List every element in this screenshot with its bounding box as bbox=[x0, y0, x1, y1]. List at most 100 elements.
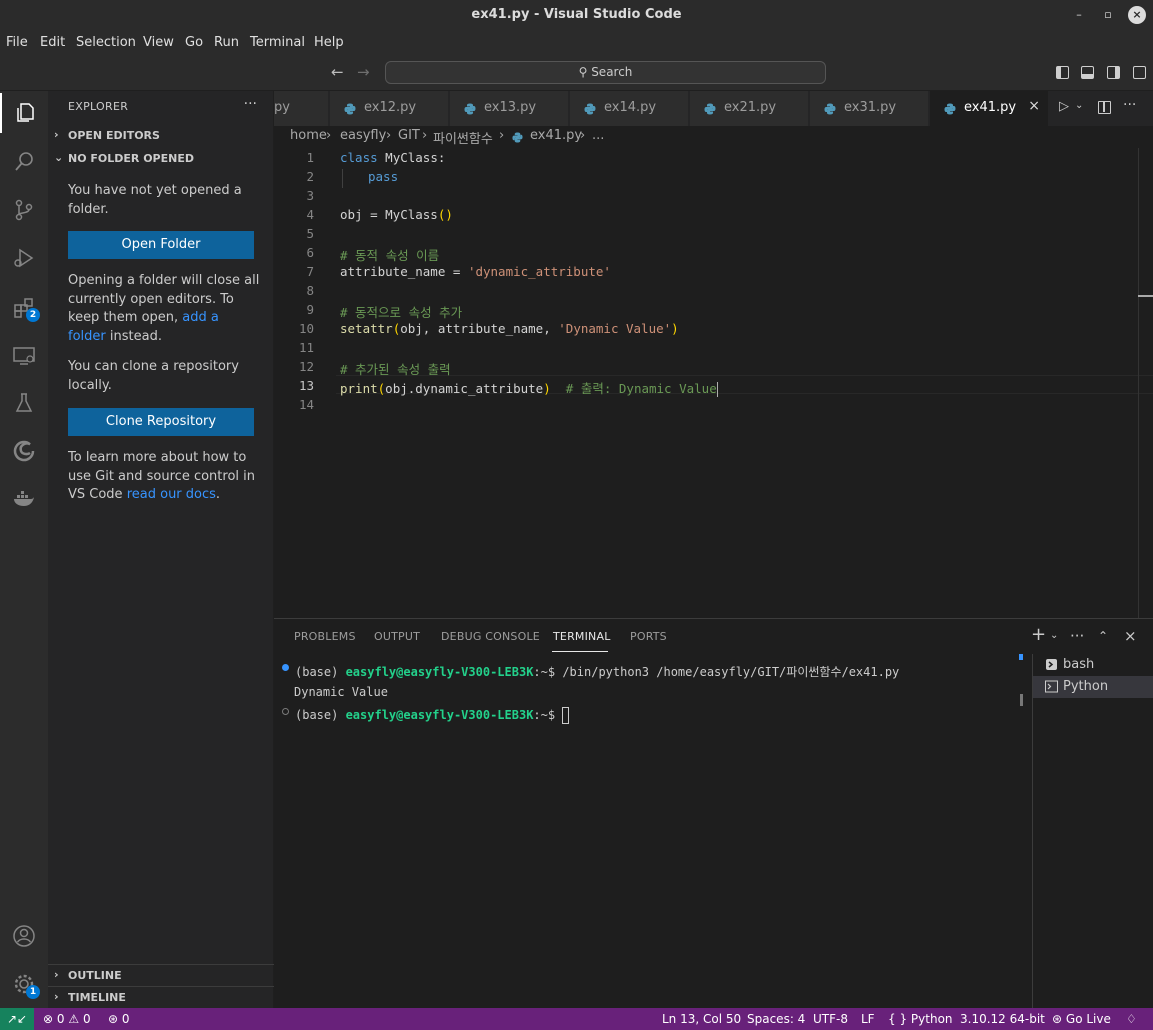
close-panel-icon[interactable]: × bbox=[1124, 627, 1137, 645]
menu-edit[interactable]: Edit bbox=[40, 35, 65, 50]
timeline-section[interactable]: › TIMELINE bbox=[48, 986, 274, 1008]
active-tab-indicator bbox=[552, 651, 608, 652]
python-file-icon bbox=[584, 103, 596, 115]
command-center-search[interactable]: ⚲ Search bbox=[385, 61, 826, 84]
editor-scrollbar[interactable] bbox=[1138, 148, 1139, 618]
more-actions-icon[interactable]: ··· bbox=[1123, 97, 1136, 113]
tab-problems[interactable]: PROBLEMS bbox=[294, 630, 356, 643]
tab-output[interactable]: OUTPUT bbox=[374, 630, 420, 643]
split-editor-icon[interactable] bbox=[1098, 101, 1111, 114]
code-editor[interactable]: 1 2 3 4 5 6 7 8 9 10 11 12 13 14 class M… bbox=[274, 148, 1153, 618]
indentation[interactable]: Spaces: 4 bbox=[747, 1012, 805, 1026]
forward-arrow-icon[interactable]: → bbox=[357, 63, 370, 81]
chevron-down-icon[interactable]: ⌄ bbox=[1075, 100, 1083, 111]
ports-indicator[interactable]: ⊛ 0 bbox=[108, 1012, 130, 1026]
terminal-line-1: (base) easyfly@easyfly-V300-LEB3K:~$ /bi… bbox=[295, 665, 900, 679]
toggle-secondary-sidebar-icon[interactable] bbox=[1107, 66, 1120, 79]
tab-ports[interactable]: PORTS bbox=[630, 630, 667, 643]
breadcrumb-home[interactable]: home bbox=[290, 128, 327, 143]
encoding[interactable]: UTF-8 bbox=[813, 1012, 848, 1026]
git-docs-message: To learn more about how to use Git and s… bbox=[68, 450, 255, 502]
python-file-icon bbox=[704, 103, 716, 115]
python-interpreter[interactable]: 3.10.12 64-bit bbox=[960, 1012, 1045, 1026]
command-pending-dot[interactable] bbox=[282, 708, 289, 715]
tab-partial[interactable]: py bbox=[274, 91, 329, 126]
terminal-scrollbar[interactable] bbox=[1020, 694, 1023, 706]
back-arrow-icon[interactable]: ← bbox=[331, 63, 344, 81]
breadcrumb-file[interactable]: ex41.py bbox=[530, 128, 582, 143]
terminal-tabs-list: bash Python bbox=[1032, 654, 1153, 1009]
tab-ex12[interactable]: ex12.py bbox=[330, 91, 449, 126]
menu-run[interactable]: Run bbox=[214, 35, 239, 50]
tab-terminal[interactable]: TERMINAL bbox=[553, 630, 611, 643]
breadcrumb-easyfly[interactable]: easyfly bbox=[340, 128, 386, 143]
menu-terminal[interactable]: Terminal bbox=[250, 35, 305, 50]
customize-layout-icon[interactable] bbox=[1133, 66, 1146, 79]
cursor-position[interactable]: Ln 13, Col 50 bbox=[662, 1012, 741, 1026]
clone-message: You can clone a repository locally. bbox=[68, 359, 239, 393]
extensions-icon[interactable]: 2 bbox=[0, 288, 48, 328]
breadcrumb-folder[interactable]: 파이썬함수 bbox=[433, 128, 493, 147]
line-number: 5 bbox=[306, 226, 314, 241]
broadcast-icon: ⊛ bbox=[1052, 1012, 1063, 1026]
terminal-line-2: Dynamic Value bbox=[294, 685, 388, 699]
chevron-down-icon[interactable]: ⌄ bbox=[1050, 630, 1058, 641]
end-of-line[interactable]: LF bbox=[861, 1012, 875, 1026]
explorer-icon[interactable] bbox=[0, 93, 48, 133]
docker-icon[interactable] bbox=[0, 479, 48, 519]
minimize-icon[interactable]: – bbox=[1070, 6, 1088, 24]
open-editors-section[interactable]: › OPEN EDITORS bbox=[48, 125, 274, 147]
run-python-icon[interactable]: ▷ bbox=[1059, 99, 1069, 114]
menu-selection[interactable]: Selection bbox=[76, 35, 136, 50]
errors-indicator[interactable]: ⊗ 0 ⚠ 0 bbox=[43, 1012, 91, 1026]
menu-view[interactable]: View bbox=[143, 35, 174, 50]
no-folder-section[interactable]: ⌄ NO FOLDER OPENED bbox=[48, 148, 274, 170]
remote-indicator-icon[interactable]: ↗↙ bbox=[0, 1008, 34, 1030]
chevron-right-icon: › bbox=[499, 128, 505, 143]
explorer-sidebar: EXPLORER ··· › OPEN EDITORS ⌄ NO FOLDER … bbox=[48, 91, 274, 1008]
menu-file[interactable]: File bbox=[6, 35, 28, 50]
menu-go[interactable]: Go bbox=[185, 35, 203, 50]
more-actions-icon[interactable]: ··· bbox=[1070, 627, 1084, 645]
toggle-panel-icon[interactable] bbox=[1081, 66, 1094, 79]
code-line-6: # 동적 속성 이름 bbox=[340, 248, 440, 263]
source-control-icon[interactable] bbox=[0, 190, 48, 230]
notifications-bell-icon[interactable]: ♢ bbox=[1126, 1012, 1137, 1026]
open-folder-hint: Opening a folder will close all currentl… bbox=[68, 273, 260, 344]
tab-ex14[interactable]: ex14.py bbox=[570, 91, 689, 126]
testing-icon[interactable] bbox=[0, 383, 48, 423]
read-docs-link[interactable]: read our docs bbox=[127, 487, 216, 502]
outline-section[interactable]: › OUTLINE bbox=[48, 964, 274, 986]
open-folder-button[interactable]: Open Folder bbox=[68, 231, 254, 259]
toggle-sidebar-icon[interactable] bbox=[1056, 66, 1069, 79]
search-icon[interactable] bbox=[0, 142, 48, 182]
command-success-dot[interactable] bbox=[282, 664, 289, 671]
clone-repository-button[interactable]: Clone Repository bbox=[68, 408, 254, 436]
tab-ex13[interactable]: ex13.py bbox=[450, 91, 569, 126]
manage-gear-icon[interactable]: 1 bbox=[0, 964, 48, 1004]
sidebar-title: EXPLORER bbox=[68, 100, 129, 113]
new-terminal-icon[interactable]: + bbox=[1031, 624, 1046, 645]
run-debug-icon[interactable] bbox=[0, 238, 48, 278]
go-live-button[interactable]: ⊛ Go Live bbox=[1052, 1012, 1111, 1026]
scrollbar-cursor-marker bbox=[1138, 295, 1153, 297]
tab-debug-console[interactable]: DEBUG CONSOLE bbox=[441, 630, 540, 643]
close-window-icon[interactable]: × bbox=[1128, 6, 1146, 24]
remote-explorer-icon[interactable] bbox=[0, 336, 48, 376]
line-number: 8 bbox=[306, 283, 314, 298]
close-tab-icon[interactable]: × bbox=[1028, 98, 1040, 114]
tab-ex41[interactable]: ex41.py × bbox=[930, 91, 1049, 126]
edge-devtools-icon[interactable] bbox=[0, 431, 48, 471]
terminal-item-python[interactable]: Python bbox=[1033, 676, 1153, 698]
terminal-item-bash[interactable]: bash bbox=[1033, 654, 1153, 676]
breadcrumb-git[interactable]: GIT bbox=[398, 128, 420, 143]
maximize-icon[interactable]: ▫ bbox=[1099, 6, 1117, 24]
tab-ex31[interactable]: ex31.py bbox=[810, 91, 929, 126]
menu-help[interactable]: Help bbox=[314, 35, 344, 50]
accounts-icon[interactable] bbox=[0, 916, 48, 956]
more-actions-icon[interactable]: ··· bbox=[244, 96, 257, 112]
maximize-panel-icon[interactable]: ⌃ bbox=[1098, 629, 1108, 643]
tab-ex21[interactable]: ex21.py bbox=[690, 91, 809, 126]
language-mode[interactable]: { } Python bbox=[888, 1012, 953, 1026]
breadcrumb-symbol[interactable]: ... bbox=[592, 128, 604, 143]
